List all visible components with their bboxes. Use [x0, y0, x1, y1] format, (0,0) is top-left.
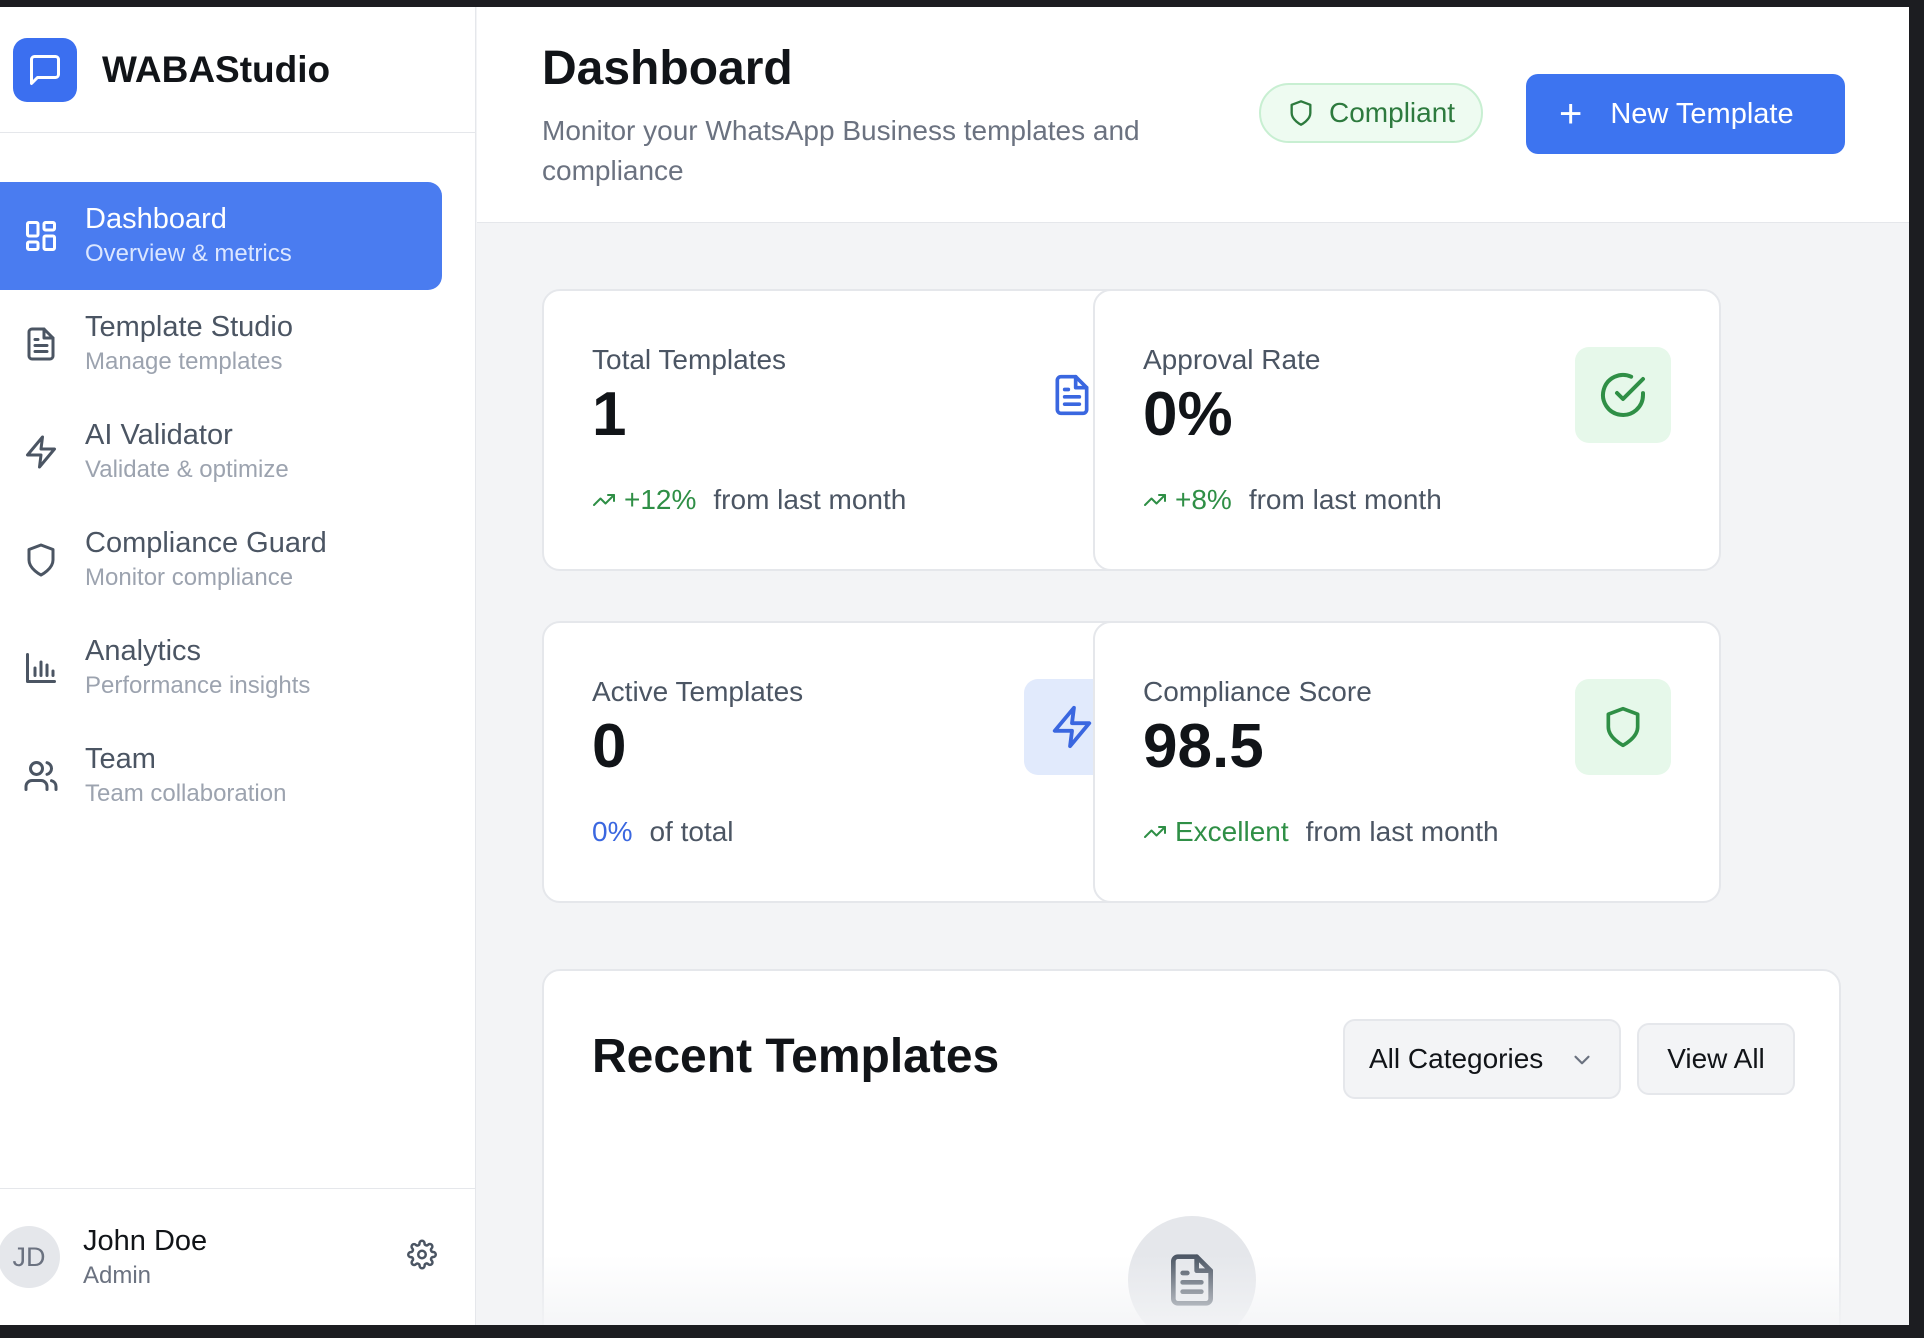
new-template-button[interactable]: + New Template [1526, 74, 1845, 154]
zap-icon [22, 433, 60, 471]
user-role: Admin [83, 1262, 152, 1289]
shield-icon [1575, 679, 1671, 775]
stat-label: Compliance Score [1143, 676, 1372, 707]
sidebar-item-sublabel: Team collaboration [85, 780, 287, 807]
sidebar: WABAStudio Dashboard Overview & metrics … [0, 7, 476, 1325]
stat-card-compliance-score: Compliance Score 98.5 Excellent from las… [1093, 621, 1721, 903]
sidebar-item-sublabel: Monitor compliance [85, 564, 294, 591]
message-square-icon [13, 37, 77, 102]
stat-card-total-templates: Total Templates 1 +12% from last month [542, 289, 1170, 571]
stat-delta-context: from last month [713, 484, 907, 515]
category-select[interactable]: All Categories [1343, 1019, 1621, 1099]
sidebar-item-label: Template Studio [85, 311, 293, 343]
sidebar-item-sublabel: Validate & optimize [85, 456, 289, 483]
stat-card-approval-rate: Approval Rate 0% +8% from last month [1093, 289, 1721, 571]
app-name: WABAStudio [102, 48, 331, 90]
sidebar-nav: Dashboard Overview & metrics Template St… [0, 133, 475, 830]
new-template-label: New Template [1610, 97, 1794, 130]
category-select-value: All Categories [1369, 1043, 1544, 1074]
stat-delta: +12% [624, 484, 697, 515]
sidebar-item-label: Compliance Guard [85, 527, 327, 559]
sidebar-item-dashboard[interactable]: Dashboard Overview & metrics [0, 182, 442, 290]
stat-value: 0 [592, 712, 627, 781]
shield-icon [1290, 100, 1312, 126]
check-circle-icon [1575, 347, 1671, 443]
sidebar-item-analytics[interactable]: Analytics Performance insights [0, 614, 442, 722]
stat-delta-context: from last month [1248, 484, 1442, 515]
trending-up-icon [592, 488, 616, 512]
section-title: Recent Templates [592, 1030, 1000, 1083]
shield-icon [22, 541, 60, 579]
stat-delta: +8% [1175, 484, 1232, 515]
gear-icon[interactable] [407, 1239, 437, 1275]
status-badge: Compliant [1259, 83, 1484, 143]
trending-up-icon [1143, 488, 1167, 512]
avatar: JD [0, 1226, 60, 1288]
stat-footer: Excellent from last month [1143, 816, 1499, 848]
page-title: Dashboard [542, 42, 793, 95]
recent-templates-panel: Recent Templates All Categories View All [542, 969, 1841, 1325]
stat-footer: 0% of total [592, 816, 734, 848]
brand[interactable]: WABAStudio [0, 7, 475, 133]
sidebar-item-team[interactable]: Team Team collaboration [0, 722, 442, 830]
stat-footer: +8% from last month [1143, 484, 1442, 516]
sidebar-item-label: Team [85, 743, 156, 775]
stat-delta: 0% [592, 816, 633, 847]
app-window: WABAStudio Dashboard Overview & metrics … [0, 7, 1909, 1325]
sidebar-item-ai-validator[interactable]: AI Validator Validate & optimize [0, 398, 442, 506]
sidebar-item-template-studio[interactable]: Template Studio Manage templates [0, 290, 442, 398]
plus-icon: + [1559, 92, 1583, 136]
view-all-button[interactable]: View All [1637, 1023, 1795, 1095]
stat-value: 1 [592, 380, 627, 449]
sidebar-item-sublabel: Overview & metrics [85, 240, 292, 267]
user-profile[interactable]: JD John Doe Admin [0, 1188, 475, 1325]
stat-label: Approval Rate [1143, 344, 1321, 375]
sidebar-item-compliance-guard[interactable]: Compliance Guard Monitor compliance [0, 506, 442, 614]
sidebar-item-sublabel: Manage templates [85, 348, 283, 375]
page-subtitle: Monitor your WhatsApp Business templates… [542, 115, 1140, 186]
status-badge-label: Compliant [1329, 97, 1456, 128]
stat-delta: Excellent [1175, 816, 1289, 847]
file-text-icon [1128, 1216, 1256, 1325]
stat-delta-context: from last month [1305, 816, 1499, 847]
stat-label: Total Templates [592, 344, 787, 375]
stat-card-active-templates: Active Templates 0 0% of total [542, 621, 1170, 903]
page-header: Dashboard Monitor your WhatsApp Business… [477, 7, 1909, 223]
sidebar-item-sublabel: Performance insights [85, 672, 311, 699]
users-icon [22, 757, 60, 795]
bar-chart-icon [22, 649, 60, 687]
layout-grid-icon [22, 217, 60, 255]
stat-delta-context: of total [649, 816, 734, 847]
stat-value: 98.5 [1143, 712, 1264, 781]
chevron-down-icon [1569, 1047, 1595, 1080]
stat-label: Active Templates [592, 676, 804, 707]
main-content: Dashboard Monitor your WhatsApp Business… [477, 7, 1909, 1325]
user-name: John Doe [83, 1225, 208, 1257]
stat-value: 0% [1143, 380, 1233, 449]
sidebar-item-label: Analytics [85, 635, 202, 667]
sidebar-item-label: AI Validator [85, 419, 233, 451]
trending-up-icon [1143, 820, 1167, 844]
file-text-icon [22, 325, 60, 363]
stat-footer: +12% from last month [592, 484, 906, 516]
sidebar-item-label: Dashboard [85, 203, 227, 235]
